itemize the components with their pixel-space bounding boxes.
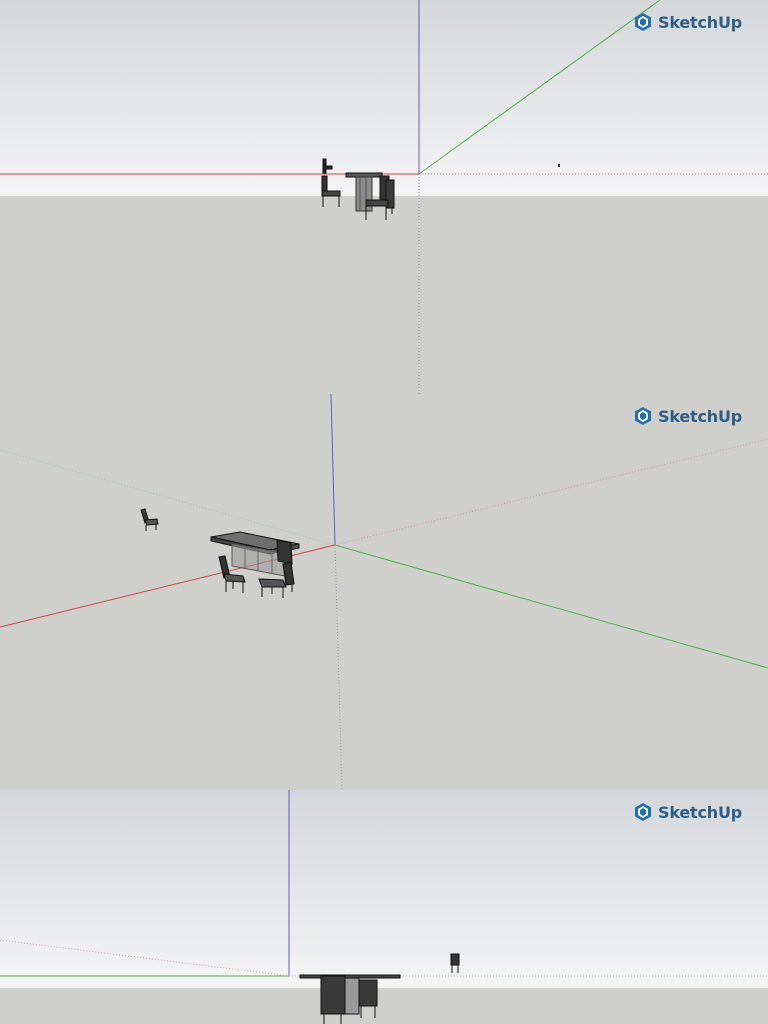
scene-canvas[interactable]	[0, 394, 768, 790]
scene-canvas[interactable]	[0, 790, 768, 1024]
brand-name: SketchUp	[658, 406, 742, 426]
viewport-2[interactable]: SketchUp	[0, 394, 768, 790]
sketchup-logo-icon	[635, 803, 652, 821]
distant-object	[558, 164, 560, 167]
sketchup-brand: SketchUp	[633, 12, 742, 32]
ground	[0, 394, 768, 790]
brand-name: SketchUp	[658, 12, 742, 32]
brand-name: SketchUp	[658, 802, 742, 822]
ground	[0, 988, 768, 1024]
ground	[0, 196, 768, 394]
viewport-3[interactable]: SketchUp	[0, 790, 768, 1024]
sketchup-brand: SketchUp	[633, 802, 742, 822]
sketchup-logo-icon	[635, 13, 652, 31]
scene-canvas[interactable]	[0, 0, 768, 394]
sketchup-logo-icon	[635, 407, 652, 425]
viewport-1[interactable]: SketchUp	[0, 0, 768, 394]
sketchup-brand: SketchUp	[633, 406, 742, 426]
